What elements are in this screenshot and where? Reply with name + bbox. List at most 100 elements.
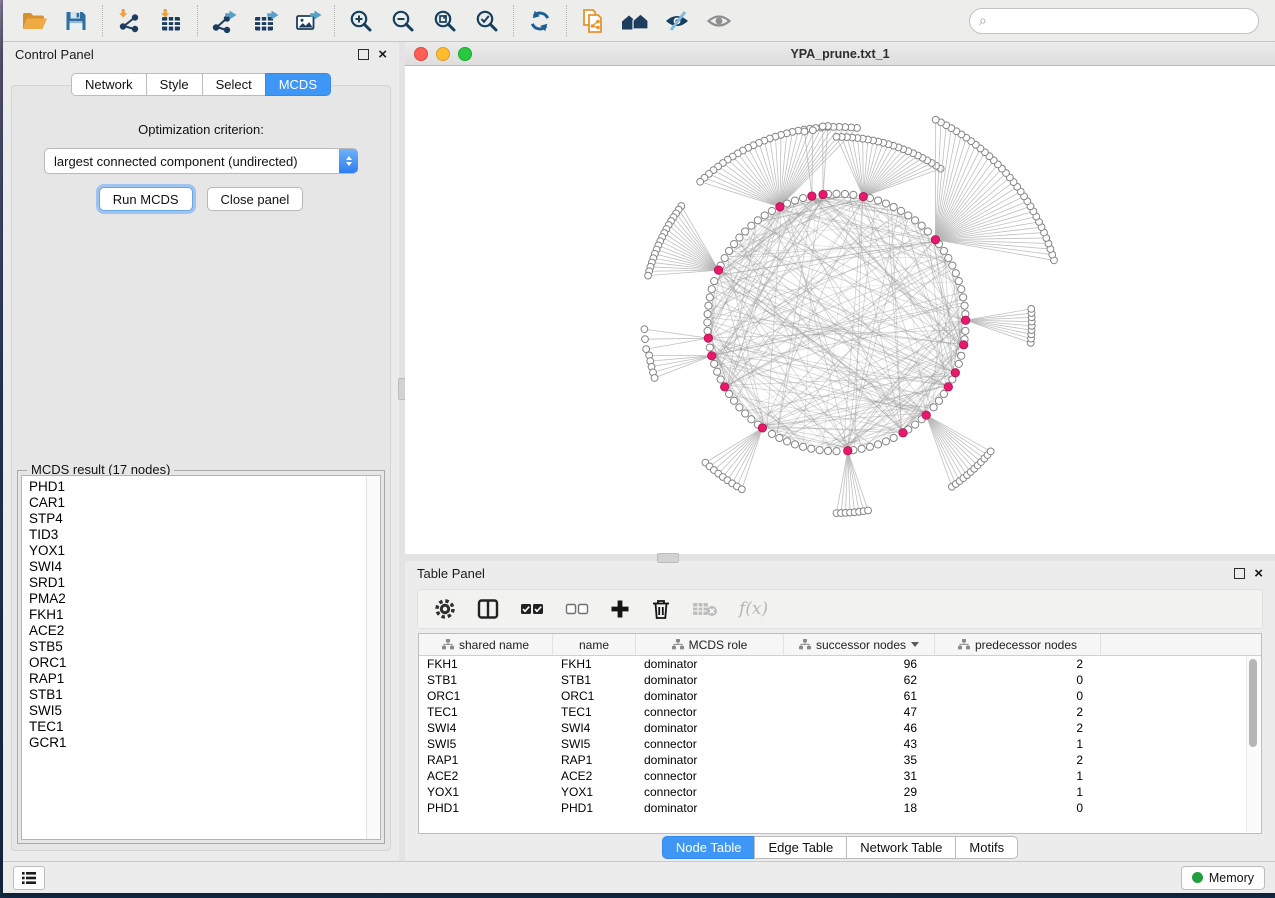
cell-predecessor-nodes: 0 [935, 688, 1101, 704]
export-table-icon[interactable] [245, 4, 287, 38]
mcds-result-item[interactable]: FKH1 [29, 607, 366, 623]
mcds-result-item[interactable]: RAP1 [29, 671, 366, 687]
search-input[interactable] [992, 12, 1249, 29]
add-column-icon[interactable] [610, 599, 630, 619]
close-panel-button[interactable]: Close panel [207, 187, 304, 211]
home-view-icon[interactable] [614, 4, 656, 38]
table-scrollbar[interactable] [1246, 656, 1260, 832]
memory-button[interactable]: Memory [1181, 866, 1265, 890]
close-window-icon[interactable] [414, 47, 428, 61]
table-row[interactable]: YOX1YOX1connector291 [419, 784, 1261, 800]
column-header-name[interactable]: name [553, 634, 636, 656]
import-network-icon[interactable] [108, 4, 150, 38]
table-row[interactable]: SWI5SWI5connector431 [419, 736, 1261, 752]
table-tab-motifs[interactable]: Motifs [955, 836, 1018, 859]
save-icon[interactable] [55, 4, 97, 38]
mcds-result-item[interactable]: SRD1 [29, 575, 366, 591]
delete-column-icon[interactable] [651, 598, 671, 620]
table-row[interactable]: PHD1PHD1dominator180 [419, 800, 1261, 816]
tab-select[interactable]: Select [202, 73, 266, 96]
cell-predecessor-nodes: 1 [935, 784, 1101, 800]
mcds-result-item[interactable]: GCR1 [29, 735, 366, 751]
hide-elements-icon[interactable] [656, 4, 698, 38]
table-tabs: Node TableEdge TableNetwork TableMotifs [405, 834, 1275, 861]
mcds-result-item[interactable]: ORC1 [29, 655, 366, 671]
mcds-result-item[interactable]: CAR1 [29, 495, 366, 511]
cell-name: PHD1 [553, 800, 636, 816]
network-graph[interactable] [405, 66, 1275, 554]
search-box[interactable]: ⌕ [969, 8, 1259, 34]
zoom-fit-icon[interactable] [424, 4, 466, 38]
mcds-result-item[interactable]: STB1 [29, 687, 366, 703]
mcds-list-scrollbar[interactable] [366, 476, 380, 839]
column-header-successor-nodes[interactable]: successor nodes [784, 634, 935, 656]
table-tab-node-table[interactable]: Node Table [662, 836, 756, 859]
column-header-MCDS-role[interactable]: MCDS role [636, 634, 784, 656]
task-history-button[interactable] [13, 866, 45, 890]
float-panel-icon[interactable] [1234, 568, 1245, 579]
mcds-result-item[interactable]: TID3 [29, 527, 366, 543]
network-canvas[interactable] [405, 66, 1275, 554]
import-table-icon[interactable] [150, 4, 192, 38]
deselect-all-rows-icon[interactable] [565, 602, 589, 616]
open-folder-icon[interactable] [13, 4, 55, 38]
mcds-result-item[interactable]: PMA2 [29, 591, 366, 607]
column-header-predecessor-nodes[interactable]: predecessor nodes [935, 634, 1101, 656]
network-title: YPA_prune.txt_1 [405, 47, 1275, 61]
table-tab-network-table[interactable]: Network Table [846, 836, 956, 859]
cell-name: TEC1 [553, 704, 636, 720]
table-row[interactable]: RAP1RAP1dominator352 [419, 752, 1261, 768]
table-tab-edge-table[interactable]: Edge Table [754, 836, 847, 859]
cell-mcds-role: connector [636, 736, 784, 752]
split-handle[interactable] [657, 553, 679, 563]
float-panel-icon[interactable] [358, 49, 369, 60]
cell-mcds-role: dominator [636, 800, 784, 816]
table-row[interactable]: ORC1ORC1dominator610 [419, 688, 1261, 704]
horizontal-split-divider[interactable] [405, 554, 1275, 561]
mcds-result-item[interactable]: STP4 [29, 511, 366, 527]
cell-shared-name: YOX1 [419, 784, 553, 800]
close-panel-icon[interactable]: × [1254, 569, 1263, 578]
tab-style[interactable]: Style [146, 73, 203, 96]
column-settings-icon[interactable] [434, 598, 456, 620]
mcds-result-item[interactable]: SWI4 [29, 559, 366, 575]
table-row[interactable]: STB1STB1dominator620 [419, 672, 1261, 688]
select-all-rows-icon[interactable] [520, 602, 544, 616]
cell-predecessor-nodes: 2 [935, 704, 1101, 720]
close-panel-icon[interactable]: × [378, 50, 387, 59]
table-row[interactable]: TEC1TEC1connector472 [419, 704, 1261, 720]
zoom-selected-icon[interactable] [466, 4, 508, 38]
mcds-result-item[interactable]: PHD1 [29, 479, 366, 495]
table-header-row: shared namenameMCDS rolesuccessor nodesp… [419, 634, 1261, 656]
column-header-shared-name[interactable]: shared name [419, 634, 553, 656]
table-row[interactable]: FKH1FKH1dominator962 [419, 656, 1261, 672]
column-selector-icon[interactable] [477, 598, 499, 620]
table-row[interactable]: SWI4SWI4dominator462 [419, 720, 1261, 736]
cell-shared-name: ACE2 [419, 768, 553, 784]
scrollbar-thumb[interactable] [1249, 659, 1257, 747]
export-image-icon[interactable] [287, 4, 329, 38]
mcds-result-item[interactable]: TEC1 [29, 719, 366, 735]
column-type-icon [799, 639, 811, 650]
mcds-result-list[interactable]: PHD1CAR1STP4TID3YOX1SWI4SRD1PMA2FKH1ACE2… [21, 475, 381, 840]
zoom-out-icon[interactable] [382, 4, 424, 38]
mcds-result-item[interactable]: ACE2 [29, 623, 366, 639]
tab-network[interactable]: Network [71, 73, 147, 96]
cell-shared-name: STB1 [419, 672, 553, 688]
run-mcds-button[interactable]: Run MCDS [99, 187, 193, 211]
apply-layout-icon[interactable] [519, 4, 561, 38]
cell-mcds-role: dominator [636, 752, 784, 768]
table-row[interactable]: ACE2ACE2connector311 [419, 768, 1261, 784]
mcds-result-item[interactable]: YOX1 [29, 543, 366, 559]
minimize-window-icon[interactable] [436, 47, 450, 61]
export-network-icon[interactable] [203, 4, 245, 38]
show-preview-icon[interactable] [698, 4, 740, 38]
criterion-select[interactable]: largest connected component (undirected) [44, 148, 358, 174]
zoom-in-icon[interactable] [340, 4, 382, 38]
node-table[interactable]: shared namenameMCDS rolesuccessor nodesp… [418, 633, 1262, 834]
maximize-window-icon[interactable] [458, 47, 472, 61]
clone-network-icon[interactable] [572, 4, 614, 38]
tab-mcds[interactable]: MCDS [265, 73, 331, 96]
mcds-result-item[interactable]: SWI5 [29, 703, 366, 719]
mcds-result-item[interactable]: STB5 [29, 639, 366, 655]
